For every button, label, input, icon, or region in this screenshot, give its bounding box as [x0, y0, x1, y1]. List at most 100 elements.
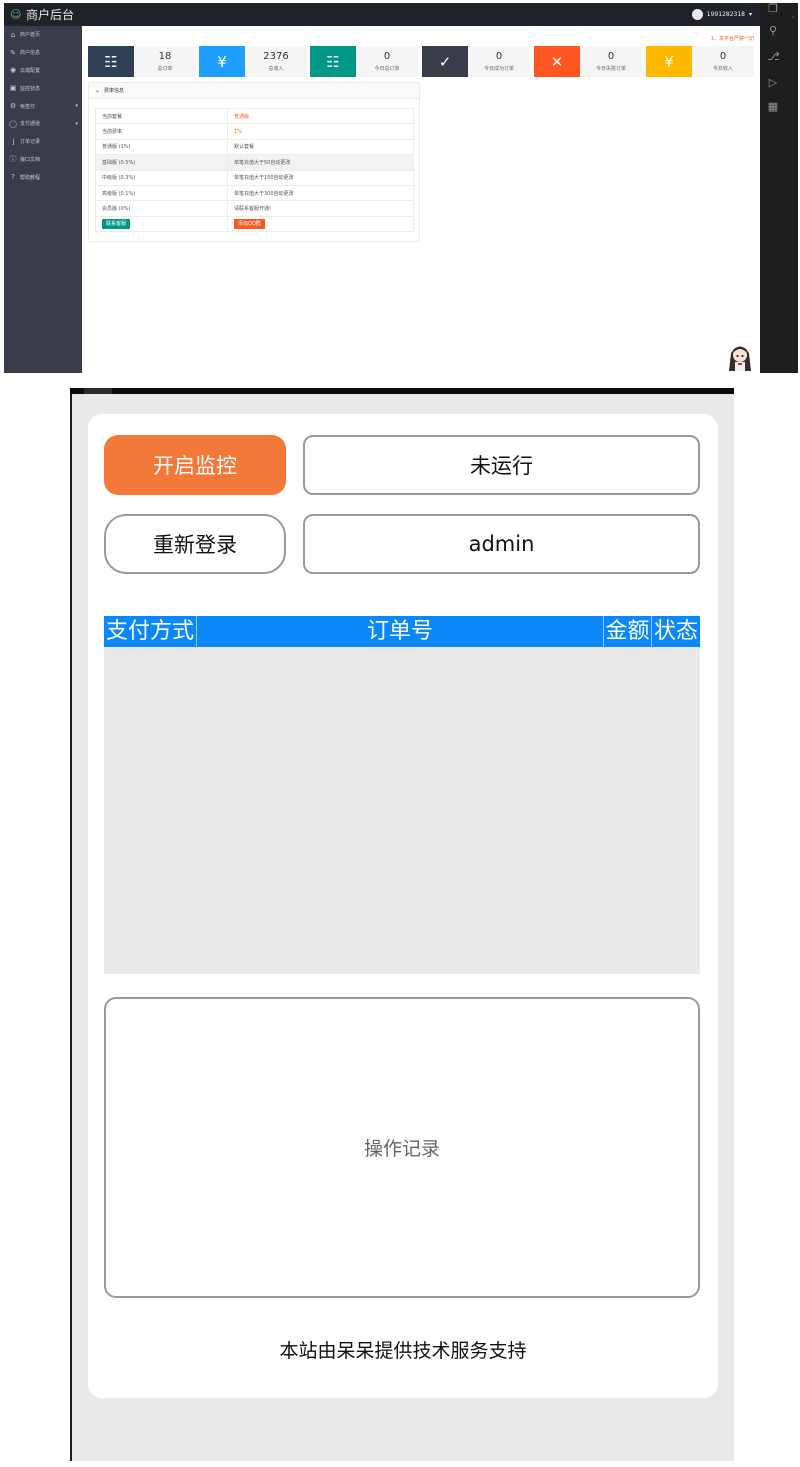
brand-title: 商户后台 [26, 8, 75, 22]
sidebar-item-home[interactable]: ⌂ 商户首页 [4, 26, 82, 44]
rate-table: 当前套餐 普通版 当前费率 1% 普通版 (1%) 默认套餐 基础版 (0.5%) 单笔… [95, 107, 414, 233]
sidebar-item-label: 帮助教程 [20, 174, 41, 181]
sidebar-item-channel[interactable]: ◯ 支付通道 ▾ [4, 115, 82, 133]
stat-value: 0 [719, 50, 727, 62]
sidebar-item-info[interactable]: ✎ 商户信息 [4, 44, 82, 62]
table-row: 联系客服 添加QQ群 [95, 215, 414, 233]
order-table-header: 支付方式 订单号 金额 状态 [104, 616, 700, 647]
sidebar-item-label: 监控状态 [20, 85, 41, 92]
sidebar-item-label: 商户首页 [20, 32, 41, 39]
help-icon: ? [11, 173, 15, 182]
main-card: 开启监控 未运行 重新登录 admin 支付方式 订单号 金额 状态 操作记录 … [88, 414, 718, 1398]
yen-icon: ¥ [199, 46, 245, 77]
avatar [691, 9, 703, 20]
sidebar-item-orders[interactable]: ⌋ 订单记录 [4, 133, 82, 151]
sidebar-item-label: 支付通道 [20, 121, 41, 128]
rate-desc: 单笔充值大于50自动更改 [227, 154, 414, 171]
stat-value: 0 [607, 50, 615, 62]
stat-value: 18 [158, 50, 172, 62]
files-icon[interactable]: ❐ [767, 3, 779, 15]
user-name: 1991282318 [706, 11, 745, 18]
yen-icon: ¥ [646, 46, 692, 77]
chevron-down-icon: ▾ [75, 120, 78, 127]
merchant-admin-screenshot: ☺ 商户后台 1991282318 ▾ ⌂ 商户首页 ✎ 商户信息 ◉ 云端配置 ▣ 监… [4, 3, 798, 373]
sidebar-item-label: 商户信息 [20, 50, 41, 57]
stat-label: 今日收入 [712, 65, 733, 72]
stat-total-orders: ☷ 18 总订单 [88, 46, 196, 77]
info-icon: ⓘ [9, 155, 17, 164]
stat-today-failed: ✕ 0 今日失败订单 [534, 46, 642, 77]
clipboard-icon: ☷ [88, 46, 134, 77]
chevron-left-icon[interactable]: ‹ [792, 13, 798, 21]
cart-icon: ⌋ [11, 137, 15, 146]
table-row: 高级版 (0.1%) 单笔充值大于300自动更改 [95, 184, 414, 202]
table-row: 普通版 (1%) 默认套餐 [95, 138, 414, 156]
rate-desc: 1% [227, 123, 414, 140]
contact-service-button[interactable]: 联系客服 [102, 218, 131, 229]
relogin-button[interactable]: 重新登录 [104, 514, 286, 574]
stat-label: 总收入 [268, 65, 284, 72]
caret-down-icon: ▾ [748, 11, 752, 18]
rate-info-panel: ⌄ 费率信息 当前套餐 普通版 当前费率 1% 普通版 (1%) 默认套餐 基础版 (… [88, 82, 420, 242]
close-icon: ✕ [534, 46, 580, 77]
extensions-icon[interactable]: ▦ [767, 101, 779, 113]
stat-label: 总订单 [157, 65, 173, 72]
rate-desc: 默认套餐 [227, 138, 414, 156]
sidebar-item-free-sign[interactable]: ⚙ 免签付 ▾ [4, 97, 82, 115]
stat-total-income: ¥ 2376 总收入 [199, 46, 307, 77]
table-row: 基础版 (0.5%) 单笔充值大于50自动更改 [95, 154, 414, 171]
sidebar-item-label: 免签付 [20, 103, 36, 110]
rate-desc: 单笔充值大于300自动更改 [227, 184, 414, 202]
sidebar-item-api-docs[interactable]: ⓘ 接口文档 [4, 151, 82, 169]
column-header-amount: 金额 [604, 616, 652, 647]
source-control-icon[interactable]: ⎇ [767, 51, 780, 63]
rate-desc: 普通版 [227, 107, 414, 125]
stat-today-success: ✓ 0 今日成功订单 [422, 46, 530, 77]
rate-name: 中级版 (0.3%) [95, 169, 228, 186]
sidebar-item-help[interactable]: ? 帮助教程 [4, 168, 82, 186]
rate-name: 当前费率 [95, 123, 228, 140]
operation-log[interactable]: 操作记录 [104, 997, 700, 1298]
run-icon[interactable]: ▷ [767, 77, 779, 89]
table-row: 当前套餐 普通版 [95, 107, 414, 125]
chevron-down-icon: ▾ [75, 103, 78, 110]
mascot-avatar [729, 346, 751, 371]
stat-value: 0 [383, 50, 391, 62]
start-monitor-button[interactable]: 开启监控 [104, 435, 286, 495]
user-icon: ☺ [10, 7, 22, 21]
rate-name: 会员版 (0%) [95, 200, 228, 217]
search-icon[interactable]: ⚲ [767, 25, 779, 37]
column-header-status: 状态 [653, 619, 698, 644]
shield-icon: ◯ [9, 119, 17, 128]
stat-today-orders: ☷ 0 今日总订单 [310, 46, 418, 77]
brand[interactable]: ☺ 商户后台 [10, 5, 74, 24]
settings-icon: ◉ [9, 66, 17, 75]
clipboard-icon: ☷ [310, 46, 356, 77]
user-menu[interactable]: 1991282318 ▾ [691, 7, 752, 22]
sidebar-item-label: 云端配置 [20, 67, 41, 74]
frame-edge [70, 394, 72, 1461]
column-header-payment-method: 支付方式 [104, 616, 197, 647]
sidebar: ⌂ 商户首页 ✎ 商户信息 ◉ 云端配置 ▣ 监控状态 ⚙ 免签付 ▾ ◯ 支付通道 ▾ ⌋ 订单… [4, 26, 82, 373]
chevron-down-icon: ⌄ [95, 87, 101, 94]
order-list[interactable]: 支付方式 订单号 金额 状态 [104, 616, 700, 974]
rate-desc: 请联系客服开通! [227, 200, 414, 217]
edit-icon: ✎ [10, 48, 16, 57]
main-content: 1、本平台严禁一切 ☷ 18 总订单 ¥ 2376 总收入 ☷ 0 今日总订单 ✓ 0… [82, 26, 760, 373]
run-status-display: 未运行 [303, 435, 700, 495]
status-strip-nub [84, 388, 112, 394]
notice-text[interactable]: 1、本平台严禁一切 [711, 35, 754, 42]
status-strip [70, 388, 734, 394]
table-row: 会员版 (0%) 请联系客服开通! [95, 200, 414, 217]
sidebar-item-label: 接口文档 [20, 156, 41, 163]
stat-label: 今日失败订单 [595, 65, 626, 72]
sidebar-item-monitor[interactable]: ▣ 监控状态 [4, 79, 82, 97]
rate-name: 普通版 (1%) [95, 138, 228, 156]
sidebar-item-cloud-config[interactable]: ◉ 云端配置 [4, 62, 82, 80]
monitor-app-screenshot: 开启监控 未运行 重新登录 admin 支付方式 订单号 金额 状态 操作记录 … [70, 388, 734, 1461]
editor-activity-bar: ❐ ⚲ ⎇ ▷ ▦ ‹ [760, 3, 798, 373]
add-qq-group-button[interactable]: 添加QQ群 [234, 218, 265, 229]
stat-label: 今日成功订单 [483, 65, 514, 72]
stat-today-income: ¥ 0 今日收入 [646, 46, 754, 77]
rate-panel-header[interactable]: ⌄ 费率信息 [89, 83, 419, 99]
